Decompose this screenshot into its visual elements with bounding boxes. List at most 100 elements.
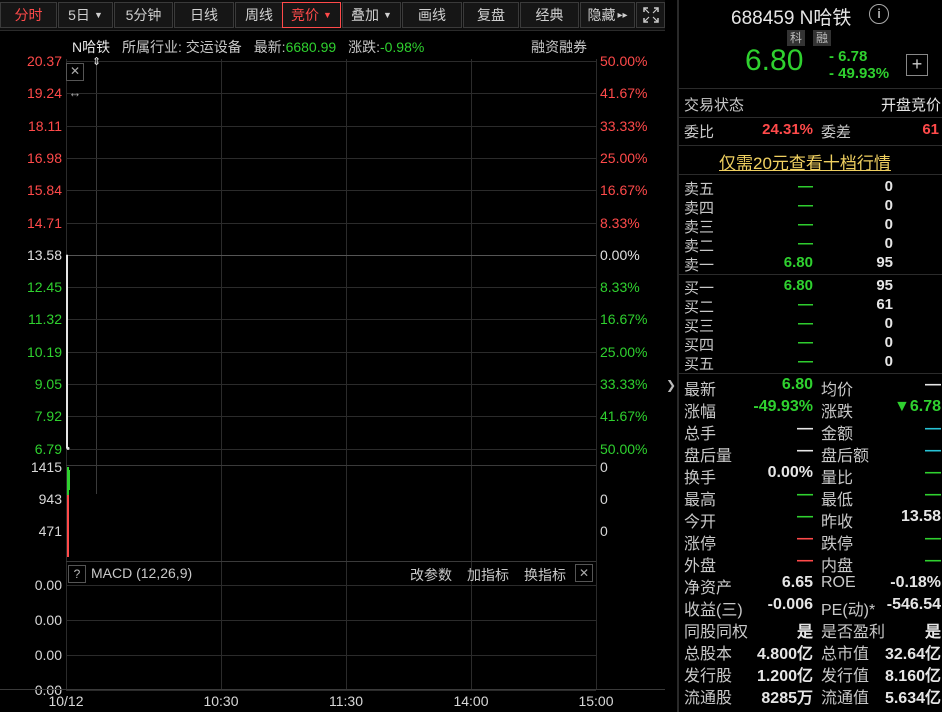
stat-value: — [797,530,813,547]
volume-tick-label: 1415 [30,459,62,475]
status-label: 交易状态 [684,97,745,114]
stat-label: 量比 [821,470,854,487]
percent-tick-label: 8.33% [600,214,640,231]
edit-params-button[interactable]: 改参数 [410,565,452,585]
stat-label: 发行股 [684,668,733,685]
price-tick-label: 16.98 [26,149,62,166]
stat-value: 4.800亿 [756,646,813,663]
hide-button[interactable]: 隐藏 ▸▸ [580,2,635,28]
stat-value: — [925,376,941,393]
time-tick-label: 10:30 [203,693,239,709]
switch-indicator-button[interactable]: 换指标 [524,565,566,585]
stat-value: 8.160亿 [884,668,941,685]
stat-value: 0.00% [767,464,813,481]
stat-value: 6.80 [781,376,813,393]
divider [679,274,942,275]
stat-value: — [797,552,813,569]
draw-line-button[interactable]: 画线 [402,2,462,28]
order-volume: 61 [876,296,893,313]
tab-5day[interactable]: 5日 ▼ [58,2,113,28]
price-tick-label: 15.84 [26,182,62,199]
order-volume: 0 [884,353,893,370]
order-volume: 0 [884,235,893,252]
level2-promo-link[interactable]: 仅需20元查看十档行情 [719,149,891,174]
stat-value: 5.634亿 [884,690,941,707]
price-tick-label: 20.37 [26,53,62,69]
stat-value: 13.58 [900,508,941,525]
volume-bar [67,467,69,495]
volume-tick-label: 943 [38,491,62,507]
order-book-row: 买一 6.80 95 [679,277,942,297]
price-tick-label: 9.05 [34,376,62,392]
add-watchlist-icon[interactable]: + [906,54,928,76]
order-level-label: 卖四 [684,200,715,217]
stat-value: 32.64亿 [884,646,941,663]
trade-status-row: 交易状态 开盘竞价 [679,94,942,114]
overlay-button[interactable]: 叠加 ▼ [342,2,401,28]
order-volume: 95 [876,254,893,271]
stats-row: 涨幅 -49.93% 涨跌 ▼6.78 [679,398,942,421]
quote-panel: 688459 N哈铁 i 科 融 6.80 - 6.78 - 49.93% + … [678,0,942,712]
stats-row: 涨停 — 跌停 — [679,530,942,553]
volume-bar [67,495,69,557]
order-level-label: 卖五 [684,181,715,198]
macd-tick-label: 0.00 [34,612,62,628]
collapse-panel-icon[interactable]: ❯ [666,378,676,398]
price-tick-label: 11.32 [28,311,62,328]
order-volume: 0 [884,216,893,233]
diff-label: 委差 [821,124,852,141]
volume-top-border [66,465,596,466]
volume-tick-label: 471 [38,523,62,539]
stat-label: 最高 [684,492,717,509]
grid-hline [66,690,596,691]
classic-button[interactable]: 经典 [520,2,579,28]
order-level-label: 卖三 [684,219,715,236]
percent-tick-label: 50.00% [600,440,648,457]
fullscreen-icon[interactable] [636,2,665,28]
stat-value: 6.65 [781,574,813,591]
order-volume: 95 [876,277,893,294]
stat-label: 总市值 [821,646,870,663]
tab-label: 复盘 [477,7,505,23]
grid-hline [66,620,596,621]
price-tick-label: 13.58 [26,246,62,263]
price-tick-label: 7.92 [34,408,62,425]
stat-label: 盘后额 [821,448,870,465]
divider [679,88,942,89]
stat-label: PE(动)* [821,602,876,619]
stats-row: 同股同权是是否盈利是 [679,618,942,641]
info-icon[interactable]: i [869,4,889,24]
add-indicator-button[interactable]: 加指标 [467,565,509,585]
stat-value: 8285万 [761,690,813,707]
macd-tick-label: 0.00 [34,577,62,593]
help-icon[interactable]: ? [68,565,86,583]
tab-weekly[interactable]: 周线 [235,2,283,28]
stat-label: 总股本 [684,646,733,663]
stat-label: ROE [821,574,856,591]
close-icon[interactable]: ✕ [575,564,593,582]
order-price: — [798,178,813,195]
margin-trading-link[interactable]: 融资融券 [531,37,587,57]
stat-value: — [925,530,941,547]
tab-auction[interactable]: 竞价 ▼ [282,2,341,28]
replay-button[interactable]: 复盘 [463,2,519,28]
order-price: — [798,353,813,370]
tab-daily[interactable]: 日线 [174,2,234,28]
volume-right-tick: 0 [600,459,608,475]
stat-label: 流通值 [821,690,870,707]
percent-tick-label: 25.00% [600,343,648,360]
stat-label: 换手 [684,470,717,487]
percent-tick-label: 0.00% [600,246,640,263]
stat-value: 是 [796,624,813,641]
percent-tick-label: 41.67% [600,85,648,102]
stats-row: 最高 — 最低 — [679,486,942,509]
volume-bar [69,470,70,490]
tab-intraday[interactable]: 分时 [0,2,57,28]
double-arrow-right-icon: ▸▸ [617,9,628,21]
status-value: 开盘竞价 [880,97,941,114]
time-tick-label: 14:00 [453,693,489,709]
stats-row: 总股本 4.800亿 总市值 32.64亿 [679,640,942,663]
tab-label: 周线 [245,7,273,23]
price-tick-label: 18.11 [28,117,62,134]
tab-5min[interactable]: 5分钟 [114,2,173,28]
